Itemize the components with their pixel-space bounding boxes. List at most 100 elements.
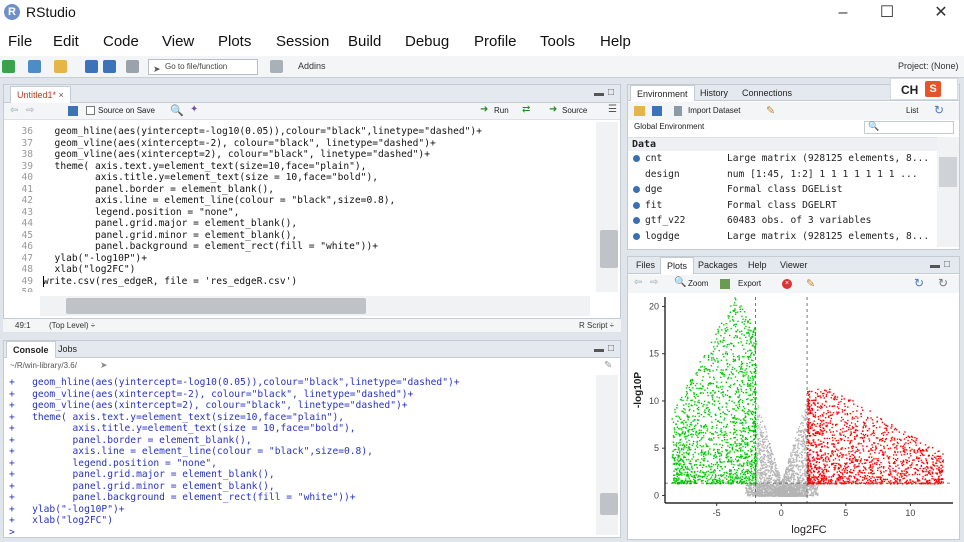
list-view-toggle[interactable]: List — [906, 106, 918, 115]
refresh-icon[interactable]: ↻ — [934, 103, 944, 117]
menu-tools[interactable]: Tools — [540, 33, 575, 50]
code-line[interactable]: axis.line = element_line(colour = "black… — [43, 195, 395, 207]
refresh-plot-icon[interactable]: ↻ — [938, 276, 948, 290]
tab-untitled1[interactable]: Untitled1* × — [10, 86, 71, 103]
tab-packages[interactable]: Packages — [692, 257, 744, 274]
addins-menu[interactable]: Addins — [298, 61, 326, 71]
menu-file[interactable]: File — [8, 33, 32, 50]
menu-debug[interactable]: Debug — [405, 33, 449, 50]
source-on-save-checkbox[interactable] — [86, 106, 95, 115]
close-button[interactable]: ✕ — [918, 2, 964, 24]
maximize-pane-icon[interactable]: □ — [608, 87, 614, 98]
source-button[interactable]: Source — [562, 106, 587, 115]
sogou-ime-icon[interactable]: S — [925, 81, 941, 97]
tab-viewer[interactable]: Viewer — [774, 257, 813, 274]
minimize-pane-icon[interactable]: ▬ — [594, 88, 604, 99]
publish-icon[interactable]: ↻ — [914, 276, 924, 290]
code-line[interactable]: panel.grid.major = element_blank(), — [43, 218, 297, 230]
file-type[interactable]: R Script ÷ — [579, 321, 614, 330]
run-button[interactable]: Run — [494, 106, 509, 115]
console-scroll-thumb[interactable] — [600, 493, 618, 515]
scope-indicator[interactable]: (Top Level) ÷ — [49, 321, 95, 330]
project-menu[interactable]: Project: (None) — [898, 61, 959, 71]
env-scroll-thumb[interactable] — [939, 157, 957, 187]
save-workspace-icon[interactable] — [652, 106, 662, 116]
clear-console-icon[interactable]: ✎ — [604, 360, 612, 371]
export-menu[interactable]: Export — [738, 279, 761, 288]
save-all-icon[interactable] — [103, 60, 116, 73]
environment-search-input[interactable]: 🔍 — [864, 121, 954, 134]
remove-plot-icon[interactable]: × — [782, 279, 792, 289]
forward-arrow-icon[interactable]: ⇨ — [26, 105, 34, 116]
code-line[interactable]: panel.background = element_rect(fill = "… — [43, 241, 378, 253]
menu-session[interactable]: Session — [276, 33, 329, 50]
maximize-plots-icon[interactable]: □ — [944, 259, 950, 270]
clear-plots-icon[interactable]: ✎ — [806, 277, 815, 290]
menu-profile[interactable]: Profile — [474, 33, 517, 50]
code-line[interactable]: legend.position = "none", — [43, 207, 239, 219]
editor-scroll-thumb[interactable] — [600, 230, 618, 268]
code-editor[interactable]: 36 geom_hline(aes(yintercept=-log10(0.05… — [3, 122, 593, 292]
expand-object-icon[interactable] — [633, 201, 640, 209]
tab-jobs[interactable]: Jobs — [52, 341, 83, 358]
environment-row[interactable]: fit Formal class DGELRT — [628, 198, 938, 213]
menu-build[interactable]: Build — [348, 33, 381, 50]
new-file-icon[interactable] — [2, 60, 15, 73]
broom-icon[interactable]: ✎ — [766, 104, 775, 117]
search-icon[interactable]: 🔍 — [170, 104, 184, 117]
code-line[interactable]: write.csv(res_edgeR, file = 'res_edgeR.c… — [43, 276, 297, 288]
zoom-button[interactable]: Zoom — [688, 279, 708, 288]
environment-row[interactable]: gtf_v22 60483 obs. of 3 variables — [628, 213, 938, 228]
expand-object-icon[interactable] — [633, 217, 640, 224]
print-icon[interactable] — [126, 60, 139, 73]
menu-edit[interactable]: Edit — [53, 33, 79, 50]
code-line[interactable]: axis.title.y=element_text(size = 10,face… — [43, 172, 378, 184]
minimize-plots-icon[interactable]: ▬ — [930, 260, 940, 271]
scope-dropdown[interactable]: Global Environment — [634, 122, 704, 131]
expand-object-icon[interactable] — [633, 155, 640, 162]
tab-help[interactable]: Help — [742, 257, 773, 274]
open-file-icon[interactable] — [54, 60, 67, 73]
environment-row[interactable]: cnt Large matrix (928125 elements, 8... — [628, 151, 938, 166]
expand-object-icon[interactable] — [633, 186, 640, 193]
console-output[interactable]: + geom_hline(aes(yintercept=-log10(0.05)… — [3, 375, 593, 535]
code-line[interactable]: geom_vline(aes(xintercept=2), colour="bl… — [43, 149, 430, 161]
menu-code[interactable]: Code — [103, 33, 139, 50]
tab-plots[interactable]: Plots — [660, 257, 695, 274]
editor-hscroll-thumb[interactable] — [66, 298, 366, 314]
maximize-button[interactable]: ☐ — [864, 2, 910, 24]
magic-wand-icon[interactable]: ✦ — [190, 104, 198, 115]
back-arrow-icon[interactable]: ⇦ — [10, 105, 18, 116]
code-line[interactable]: theme( axis.text.y=element_text(size=10,… — [43, 161, 367, 173]
grid-layout-icon[interactable] — [270, 60, 283, 73]
tab-connections[interactable]: Connections — [736, 85, 798, 101]
next-plot-icon[interactable]: ⇨ — [650, 277, 658, 288]
minimize-button[interactable]: – — [820, 2, 866, 24]
tab-environment[interactable]: Environment — [630, 85, 695, 101]
tab-history[interactable]: History — [694, 85, 734, 101]
environment-row[interactable]: dge Formal class DGEList — [628, 182, 938, 197]
new-project-icon[interactable] — [28, 60, 41, 73]
code-line[interactable]: xlab("log2FC") — [43, 264, 136, 276]
close-tab-icon[interactable]: × — [59, 90, 64, 100]
code-line[interactable]: geom_vline(aes(xintercept=-2), colour="b… — [43, 138, 436, 150]
menu-view[interactable]: View — [162, 33, 194, 50]
environment-row[interactable]: design num [1:45, 1:2] 1 1 1 1 1 1 1 ... — [628, 167, 938, 182]
tab-files[interactable]: Files — [630, 257, 661, 274]
minimize-console-icon[interactable]: ▬ — [594, 344, 604, 355]
rerun-icon[interactable]: ⇄ — [522, 104, 530, 115]
goto-file-input[interactable]: ➤ Go to file/function — [148, 59, 258, 75]
menu-plots[interactable]: Plots — [218, 33, 251, 50]
ime-language[interactable]: CH — [901, 83, 918, 97]
tab-console[interactable]: Console — [6, 341, 56, 358]
save-file-icon[interactable] — [68, 106, 78, 116]
code-line[interactable]: ylab("-log10P")+ — [43, 253, 147, 265]
env-vertical-scrollbar[interactable] — [937, 137, 959, 247]
save-icon[interactable] — [85, 60, 98, 73]
go-to-directory-icon[interactable]: ➤ — [100, 360, 108, 371]
outline-icon[interactable]: ☰ — [608, 104, 617, 115]
expand-object-icon[interactable] — [633, 232, 640, 240]
import-dataset-button[interactable]: Import Dataset — [688, 106, 740, 115]
load-workspace-icon[interactable] — [634, 106, 645, 116]
code-line[interactable]: geom_hline(aes(yintercept=-log10(0.05)),… — [43, 126, 482, 138]
